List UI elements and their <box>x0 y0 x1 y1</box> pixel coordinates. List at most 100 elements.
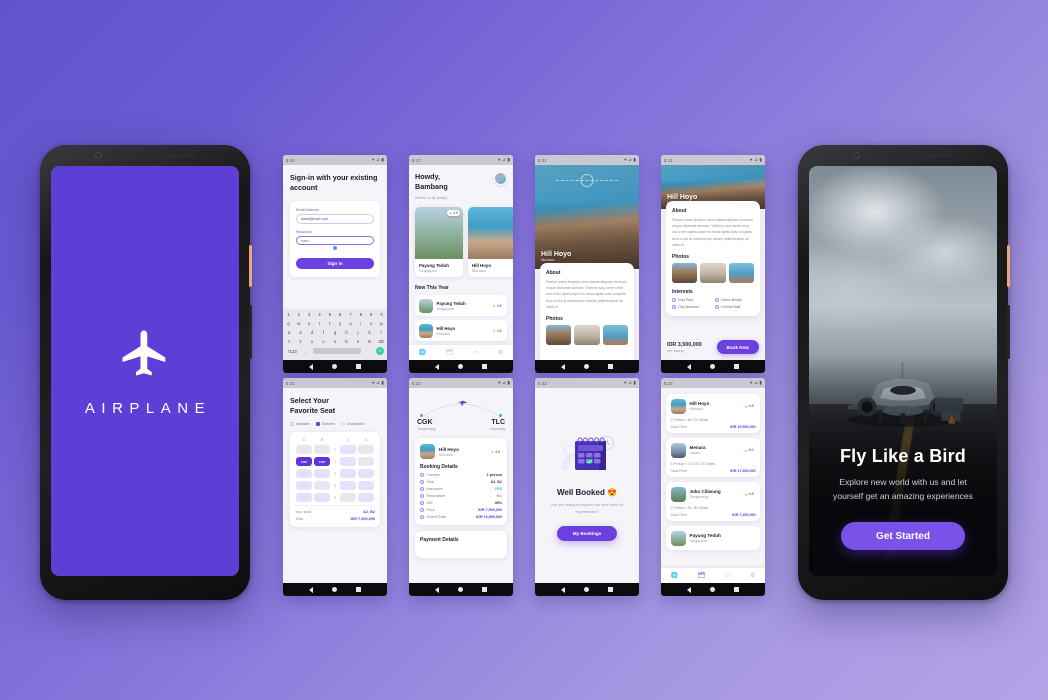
key[interactable]: v <box>330 338 340 345</box>
list-item[interactable]: Payung Teduh Singapore ★ 4.8 <box>415 295 507 317</box>
key[interactable]: n <box>353 338 363 345</box>
key[interactable]: 3 <box>305 311 314 318</box>
seat-a3[interactable] <box>296 469 312 479</box>
key[interactable]: 8 <box>356 311 365 318</box>
card-icon[interactable]: ▭ <box>473 349 479 356</box>
recents-icon[interactable] <box>482 587 488 592</box>
key[interactable]: e <box>305 320 314 327</box>
seat-a1[interactable] <box>296 445 312 455</box>
recents-icon[interactable] <box>608 587 614 592</box>
key[interactable]: f <box>319 329 329 336</box>
key[interactable]: 5 <box>325 311 334 318</box>
book-now-button[interactable]: Book Now <box>716 340 759 354</box>
hero-circle-icon[interactable] <box>580 174 594 187</box>
power-button[interactable] <box>249 245 252 287</box>
volume-button[interactable] <box>1007 305 1010 359</box>
explore-icon[interactable]: 🌐 <box>671 572 678 579</box>
home-icon[interactable] <box>331 587 337 592</box>
recents-icon[interactable] <box>482 364 488 369</box>
key[interactable]: p <box>377 320 386 327</box>
settings-icon[interactable]: ⚙ <box>750 572 755 579</box>
seat-d3[interactable] <box>358 469 374 479</box>
back-icon[interactable] <box>308 363 313 370</box>
signin-submit-button[interactable]: Sign In <box>296 258 374 270</box>
booking-card-partial[interactable]: Payung Teduh Singapore <box>666 526 760 550</box>
key[interactable]: 0 <box>377 311 386 318</box>
back-icon[interactable] <box>560 586 565 593</box>
seat-d5[interactable] <box>358 493 374 503</box>
recents-icon[interactable] <box>356 587 362 592</box>
interest-item[interactable]: Kids Park <box>672 297 711 302</box>
key[interactable]: 1 <box>284 311 293 318</box>
key[interactable]: 9 <box>367 311 376 318</box>
key[interactable]: s <box>296 329 306 336</box>
enter-key[interactable]: ✓ <box>376 347 384 355</box>
space-key[interactable] <box>313 348 361 354</box>
get-started-button[interactable]: Get Started <box>841 522 965 550</box>
photo-thumbnail[interactable] <box>728 262 754 283</box>
password-field[interactable]: •••••• <box>296 235 374 246</box>
key[interactable]: r <box>315 320 324 327</box>
email-field[interactable]: isans@mail.com <box>296 214 374 224</box>
photo-thumbnail[interactable] <box>672 262 698 283</box>
key[interactable]: i <box>356 320 365 327</box>
key[interactable]: t <box>325 320 334 327</box>
shift-key[interactable]: ⇧ <box>284 338 294 345</box>
home-icon[interactable] <box>709 587 715 592</box>
key[interactable]: z <box>296 338 306 345</box>
seat-a5[interactable] <box>296 493 312 503</box>
booking-card[interactable]: Hill Hoyo Monaco ★ 4.8 2 Person • B4, C4… <box>666 394 760 433</box>
key[interactable]: j <box>353 329 363 336</box>
key[interactable]: b <box>342 338 352 345</box>
seat-d2[interactable] <box>358 457 374 467</box>
recents-icon[interactable] <box>608 364 614 369</box>
key[interactable]: d <box>307 329 317 336</box>
popular-destinations-carousel[interactable]: ★ 4.9 Payung Teduh Singapore Hill Hoyo M… <box>415 207 513 278</box>
key[interactable]: g <box>330 329 340 336</box>
home-icon[interactable] <box>583 364 589 369</box>
home-icon[interactable] <box>331 364 337 369</box>
booking-card[interactable]: Menara Japan ★ 5.0 5 Person • C4, D4, D5… <box>666 438 760 477</box>
comma-key[interactable]: , <box>300 348 312 355</box>
seat-c5[interactable] <box>340 493 356 503</box>
photo-thumbnail[interactable] <box>602 324 628 345</box>
photos-strip[interactable] <box>546 324 628 345</box>
seat-c3[interactable] <box>340 469 356 479</box>
destination-card[interactable]: ★ 4.9 Payung Teduh Singapore <box>415 207 463 278</box>
key[interactable]: y <box>336 320 345 327</box>
my-bookings-button[interactable]: My Bookings <box>556 525 618 541</box>
back-icon[interactable] <box>686 586 691 593</box>
seat-c4[interactable] <box>340 481 356 491</box>
avatar[interactable] <box>494 172 507 185</box>
home-icon[interactable] <box>457 364 463 369</box>
seat-d1[interactable] <box>358 445 374 455</box>
explore-icon[interactable]: 🌐 <box>419 349 426 356</box>
recents-icon[interactable] <box>734 587 740 592</box>
booking-card[interactable]: Joko Ciliwung Tangerang ★ 4.8 2 Person •… <box>666 482 760 521</box>
settings-icon[interactable]: ⚙ <box>498 349 503 356</box>
bookings-icon[interactable]: 🗂 <box>446 349 454 356</box>
photo-thumbnail[interactable] <box>574 324 600 345</box>
seat-b4[interactable] <box>314 481 330 491</box>
key[interactable]: m <box>365 338 375 345</box>
seat-a4[interactable] <box>296 481 312 491</box>
key[interactable]: u <box>346 320 355 327</box>
back-icon[interactable] <box>560 363 565 370</box>
recents-icon[interactable] <box>356 364 362 369</box>
back-icon[interactable] <box>308 586 313 593</box>
key[interactable]: 2 <box>294 311 303 318</box>
symbols-key[interactable]: ?123 <box>286 348 298 355</box>
key[interactable]: l <box>376 329 386 336</box>
key[interactable]: w <box>294 320 303 327</box>
seat-b3[interactable] <box>314 469 330 479</box>
key[interactable]: 7 <box>346 311 355 318</box>
key[interactable]: 4 <box>315 311 324 318</box>
list-item[interactable]: Hill Hoyo Monaco ★ 4.8 <box>415 320 507 342</box>
card-icon[interactable]: ▭ <box>725 572 731 579</box>
key[interactable]: o <box>367 320 376 327</box>
virtual-keyboard[interactable]: 1 2 3 4 5 6 7 8 9 0 q w e r t y u i o p … <box>283 309 387 360</box>
key[interactable]: c <box>319 338 329 345</box>
seat-b5[interactable] <box>314 493 330 503</box>
home-icon[interactable] <box>583 587 589 592</box>
backspace-key[interactable]: ⌫ <box>376 338 386 345</box>
